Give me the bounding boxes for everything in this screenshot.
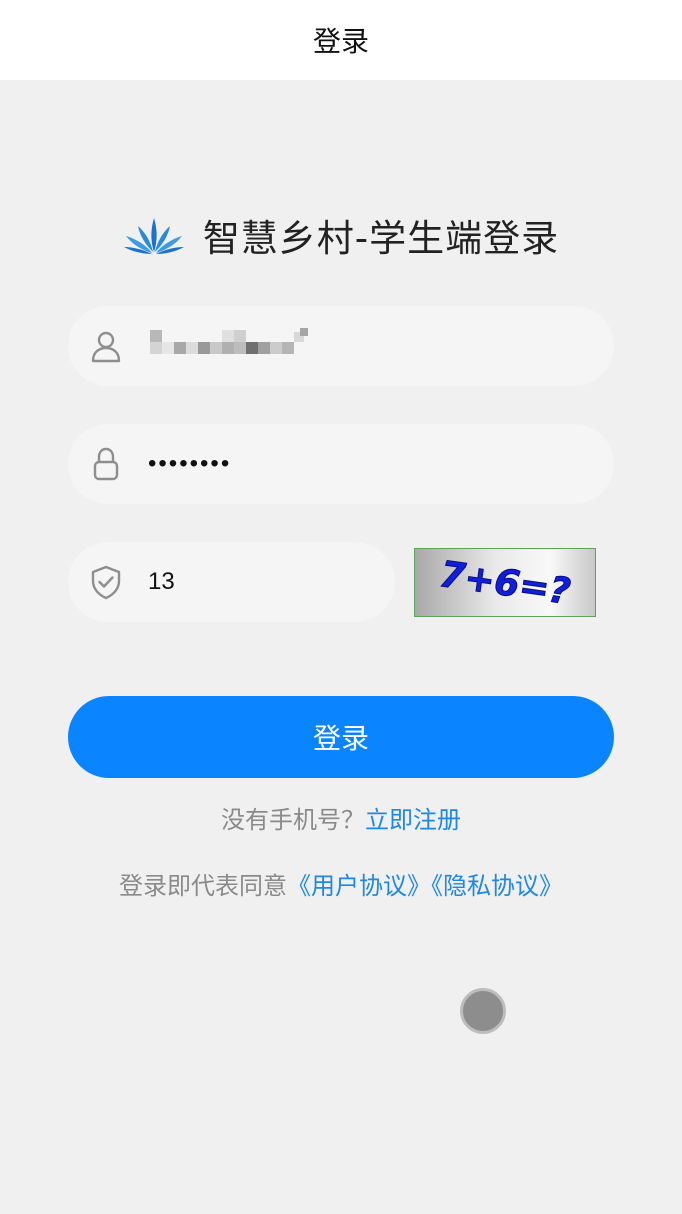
username-input[interactable] (148, 326, 588, 366)
password-field[interactable] (68, 424, 614, 504)
captcha-input[interactable] (148, 562, 368, 602)
app-header: 登录 (0, 0, 682, 80)
login-button[interactable]: 登录 (68, 696, 614, 778)
captcha-image[interactable]: 7+6=? (414, 548, 596, 617)
captcha-text: 7+6=? (437, 554, 573, 613)
username-field[interactable] (68, 306, 614, 386)
header-title: 登录 (312, 25, 369, 58)
user-icon (91, 331, 121, 363)
brand-block: 智慧乡村-学生端登录 (0, 205, 682, 265)
user-agreement-link[interactable]: 《用户协议》 (287, 872, 431, 900)
agreement-prefix: 登录即代表同意 (119, 872, 287, 900)
touch-indicator (460, 988, 506, 1034)
password-input[interactable] (148, 444, 588, 484)
register-line: 没有手机号？立即注册 (0, 800, 682, 840)
captcha-field[interactable] (68, 542, 395, 622)
shield-check-icon (91, 565, 121, 600)
agreement-line: 登录即代表同意《用户协议》《隐私协议》 (0, 866, 682, 906)
register-link[interactable]: 立即注册 (365, 806, 461, 834)
register-prompt: 没有手机号？ (221, 806, 365, 834)
lotus-logo-icon (123, 218, 184, 254)
brand-title: 智慧乡村-学生端登录 (202, 217, 560, 260)
privacy-agreement-link[interactable]: 《隐私协议》 (431, 872, 563, 900)
lock-icon (93, 447, 119, 481)
